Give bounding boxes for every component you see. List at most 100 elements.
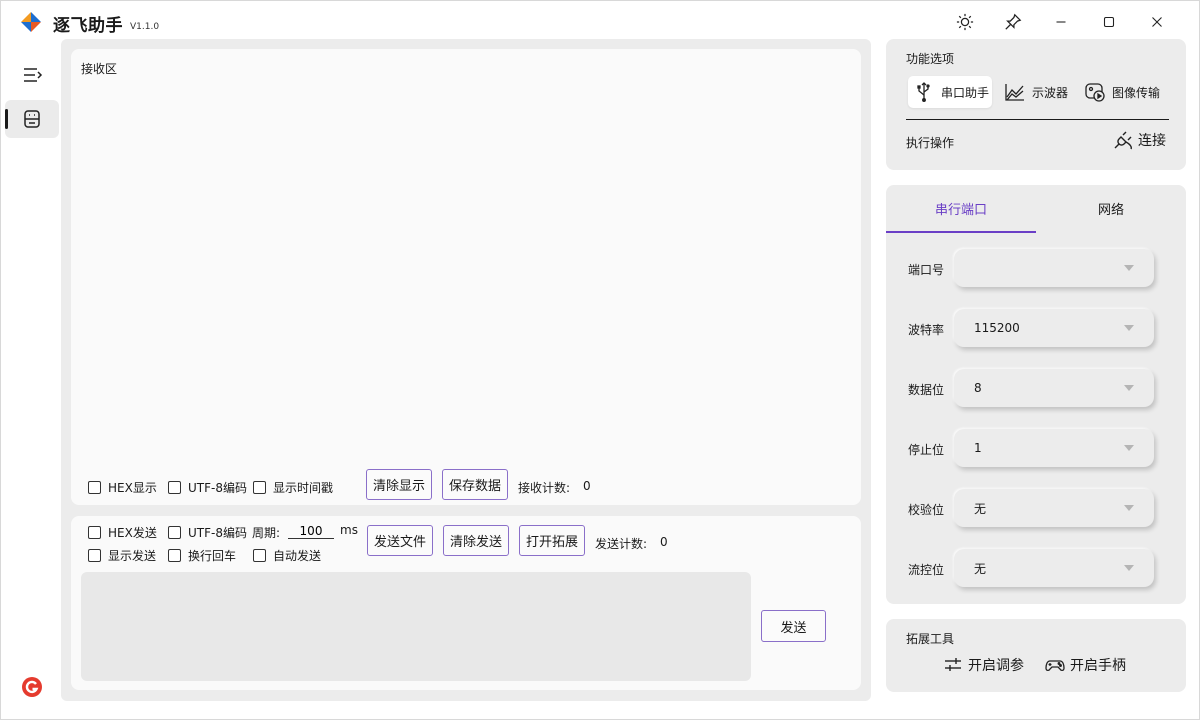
- receive-count-value: 0: [583, 479, 591, 493]
- mode-image-transfer[interactable]: 图像传输: [1084, 76, 1174, 108]
- mode-oscilloscope[interactable]: 示波器: [1004, 76, 1080, 108]
- parity-select[interactable]: 无: [954, 489, 1154, 527]
- maximize-button[interactable]: [1095, 9, 1123, 35]
- function-options-panel: 功能选项 串口助手 示波器: [886, 39, 1186, 170]
- data-bits-select[interactable]: 8: [954, 369, 1154, 407]
- usb-icon: [913, 81, 935, 103]
- stop-bits-label: 停止位: [908, 441, 944, 458]
- baud-rate-label: 波特率: [908, 321, 944, 338]
- function-divider: [906, 119, 1169, 120]
- checkbox-box: [168, 481, 181, 494]
- open-extension-button[interactable]: 打开拓展: [519, 525, 585, 556]
- gamepad-icon: [1045, 655, 1065, 675]
- stop-bits-select[interactable]: 1: [954, 429, 1154, 467]
- open-gamepad-label: 开启手柄: [1070, 655, 1126, 675]
- receive-count-label: 接收计数:: [518, 479, 570, 496]
- device-icon: [22, 109, 42, 129]
- extension-tools-panel: 拓展工具 开启调参 开启手柄: [886, 619, 1186, 692]
- checkbox-box: [88, 549, 101, 562]
- tab-network[interactable]: 网络: [1036, 185, 1186, 232]
- data-bits-label: 数据位: [908, 381, 944, 398]
- period-input[interactable]: [288, 523, 334, 539]
- open-tuning-button[interactable]: 开启调参: [943, 655, 1024, 675]
- send-utf8-label: UTF-8编码: [188, 524, 247, 541]
- menu-collapse-icon: [23, 66, 43, 84]
- port-select[interactable]: [954, 249, 1154, 287]
- receive-utf8-label: UTF-8编码: [188, 479, 247, 496]
- theme-toggle-button[interactable]: [951, 9, 979, 35]
- auto-send-label: 自动发送: [273, 547, 321, 564]
- baud-rate-select[interactable]: 115200: [954, 309, 1154, 347]
- dropdown-caret-icon: [1124, 385, 1134, 391]
- minimize-button[interactable]: [1047, 9, 1075, 35]
- save-data-button[interactable]: 保存数据: [442, 469, 508, 500]
- serial-settings-panel: 串行端口 网络 端口号 波特率 115200 数据位 8 停止位 1 校验位 无…: [886, 185, 1186, 604]
- show-send-checkbox[interactable]: 显示发送: [88, 547, 156, 564]
- app-title: 逐飞助手: [53, 11, 123, 36]
- receive-area-label: 接收区: [81, 60, 117, 77]
- checkbox-box: [168, 526, 181, 539]
- show-timestamp-checkbox[interactable]: 显示时间戳: [253, 479, 333, 496]
- period-label: 周期:: [252, 524, 280, 541]
- show-send-label: 显示发送: [108, 547, 156, 564]
- open-tuning-label: 开启调参: [968, 655, 1024, 675]
- send-panel: HEX发送 UTF-8编码 周期: ms 显示发送 换行回车 自动发送 发送文件: [71, 516, 861, 690]
- clear-send-button[interactable]: 清除发送: [443, 525, 509, 556]
- newline-label: 换行回车: [188, 547, 236, 564]
- pin-button[interactable]: [999, 9, 1027, 35]
- dropdown-caret-icon: [1124, 445, 1134, 451]
- auto-send-checkbox[interactable]: 自动发送: [253, 547, 321, 564]
- send-input[interactable]: [81, 572, 751, 681]
- connect-label: 连接: [1138, 130, 1166, 150]
- send-file-button[interactable]: 发送文件: [367, 525, 433, 556]
- checkbox-box: [253, 481, 266, 494]
- clear-display-button[interactable]: 清除显示: [366, 469, 432, 500]
- period-unit: ms: [340, 523, 358, 537]
- nav-menu-toggle[interactable]: [15, 61, 51, 89]
- close-icon: [1148, 13, 1166, 31]
- connect-button[interactable]: 连接: [1112, 129, 1166, 151]
- mode-image-transfer-label: 图像传输: [1112, 84, 1160, 101]
- nav-item-device[interactable]: [5, 100, 59, 138]
- hex-send-checkbox[interactable]: HEX发送: [88, 524, 157, 541]
- tab-serial-port[interactable]: 串行端口: [886, 185, 1036, 232]
- tab-active-underline: [886, 231, 1036, 233]
- title-bar: 逐飞助手 V1.1.0: [1, 1, 1200, 41]
- oscilloscope-icon: [1004, 81, 1026, 103]
- app-logo-icon: [20, 11, 42, 33]
- close-button[interactable]: [1143, 9, 1171, 35]
- flow-control-select[interactable]: 无: [954, 549, 1154, 587]
- open-gamepad-button[interactable]: 开启手柄: [1045, 655, 1126, 675]
- hex-display-label: HEX显示: [108, 479, 157, 496]
- checkbox-box: [88, 526, 101, 539]
- mode-serial-assistant[interactable]: 串口助手: [908, 76, 992, 108]
- flow-control-value: 无: [974, 560, 986, 577]
- extension-tools-title: 拓展工具: [906, 630, 954, 647]
- function-options-title: 功能选项: [906, 50, 954, 67]
- baud-rate-value: 115200: [974, 321, 1020, 335]
- send-button[interactable]: 发送: [761, 610, 826, 642]
- dropdown-caret-icon: [1124, 565, 1134, 571]
- show-timestamp-label: 显示时间戳: [273, 479, 333, 496]
- execute-actions-label: 执行操作: [906, 134, 954, 151]
- checkbox-box: [168, 549, 181, 562]
- send-count-value: 0: [660, 535, 668, 549]
- parity-value: 无: [974, 500, 986, 517]
- minimize-icon: [1052, 13, 1070, 31]
- send-count-label: 发送计数:: [595, 535, 647, 552]
- mode-serial-assistant-label: 串口助手: [941, 84, 989, 101]
- plug-icon: [1112, 129, 1134, 151]
- data-bits-value: 8: [974, 381, 982, 395]
- send-utf8-checkbox[interactable]: UTF-8编码: [168, 524, 247, 541]
- newline-checkbox[interactable]: 换行回车: [168, 547, 236, 564]
- image-transfer-icon: [1084, 81, 1106, 103]
- dropdown-caret-icon: [1124, 265, 1134, 271]
- checkbox-box: [253, 549, 266, 562]
- app-version: V1.1.0: [130, 22, 159, 32]
- hex-send-label: HEX发送: [108, 524, 157, 541]
- receive-text-area[interactable]: [71, 79, 861, 459]
- nav-active-indicator: [5, 109, 8, 129]
- parity-label: 校验位: [908, 501, 944, 518]
- hex-display-checkbox[interactable]: HEX显示: [88, 479, 157, 496]
- receive-utf8-checkbox[interactable]: UTF-8编码: [168, 479, 247, 496]
